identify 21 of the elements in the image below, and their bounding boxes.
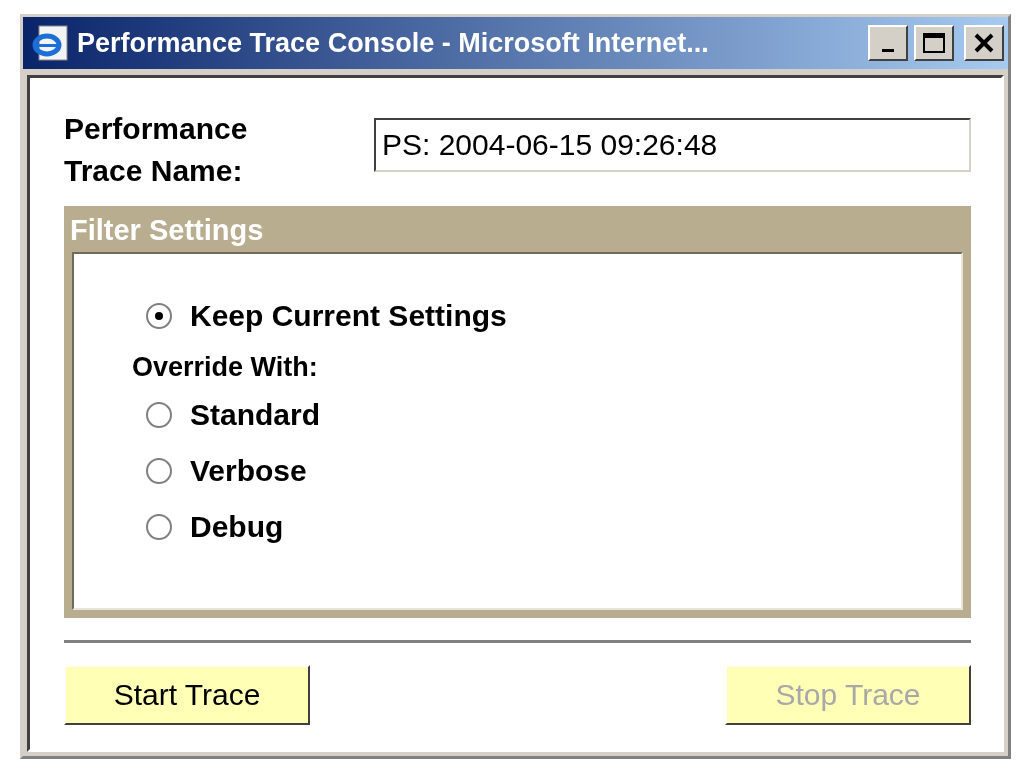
browser-icon — [31, 23, 71, 63]
trace-name-field[interactable]: PS: 2004-06-15 09:26:48 — [374, 118, 971, 172]
panel-title: Filter Settings — [70, 213, 265, 248]
maximize-button[interactable] — [914, 25, 954, 61]
radio-label: Debug — [190, 510, 284, 544]
section-label: Override With: — [132, 352, 319, 383]
radio-button[interactable] — [146, 402, 172, 428]
radio-button[interactable] — [146, 514, 172, 540]
minimize-icon — [882, 48, 894, 52]
radio-label: Standard — [190, 398, 321, 432]
field-label: Performance Trace Name: — [64, 111, 249, 189]
maximize-icon — [922, 32, 946, 54]
radio-label: Verbose — [190, 454, 307, 488]
radio-button[interactable] — [146, 458, 172, 484]
close-button[interactable] — [964, 25, 1004, 61]
trace-button[interactable]: Start Trace — [64, 665, 310, 725]
close-icon — [973, 33, 995, 53]
window-title: Performance Trace Console - Microsoft Internet... — [77, 27, 710, 59]
minimize-button[interactable] — [868, 25, 908, 61]
radio-button[interactable] — [146, 303, 172, 329]
radio-label: Keep Current Settings — [190, 299, 507, 333]
